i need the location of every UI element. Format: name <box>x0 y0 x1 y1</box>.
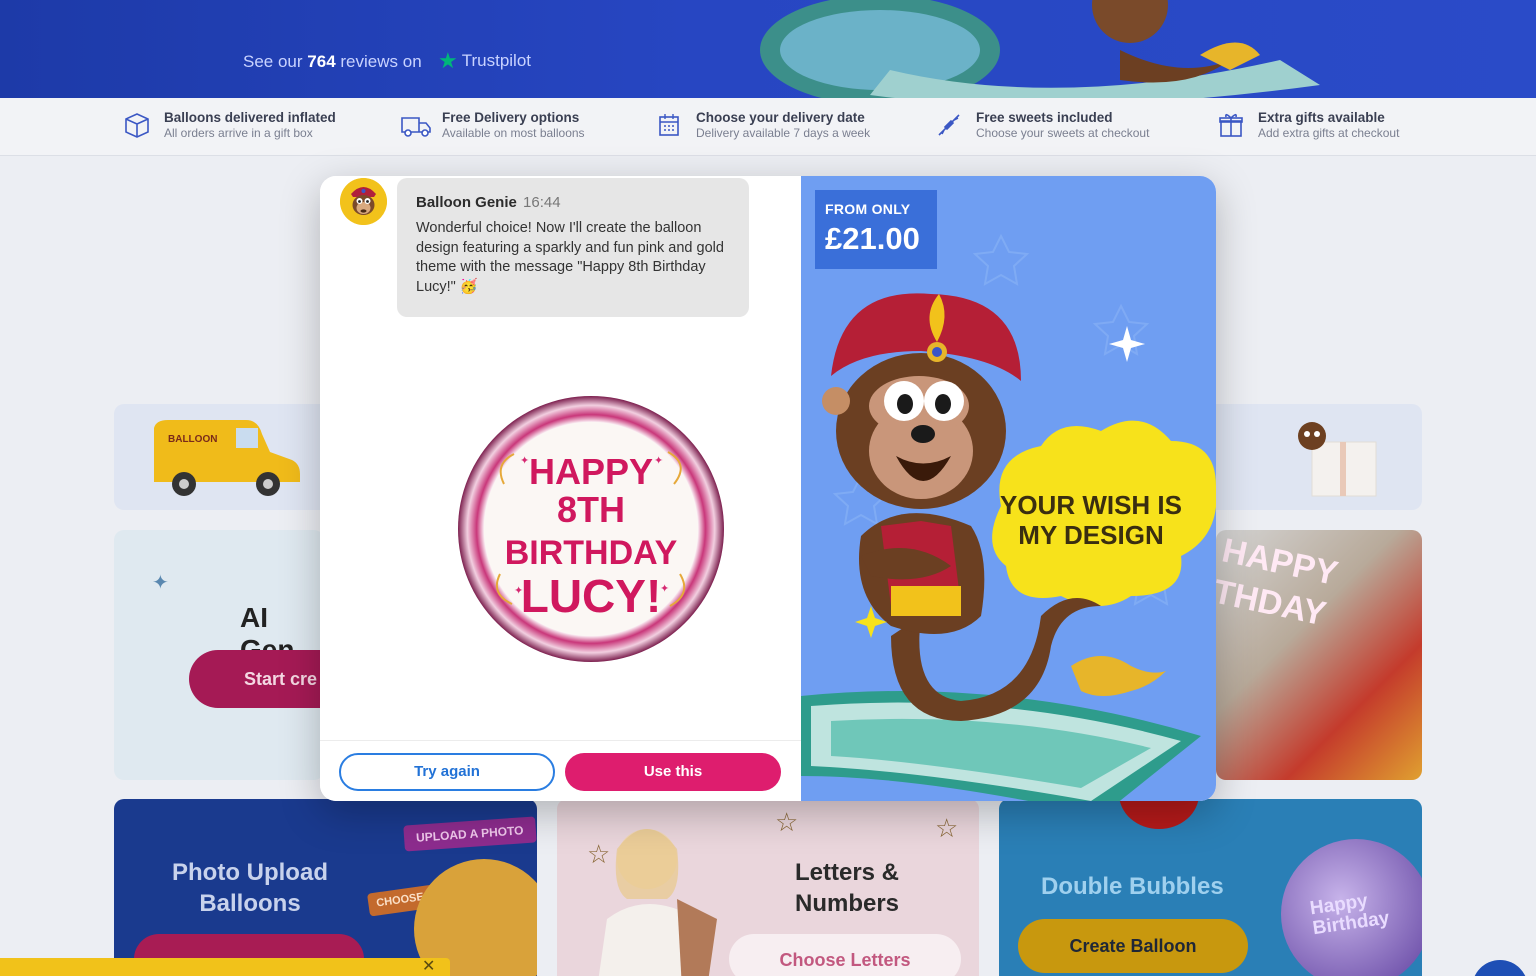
feature-inflated: Balloons delivered inflated All orders a… <box>122 110 336 140</box>
star-icon: ☆ <box>587 839 611 869</box>
balloon-line-1: HAPPY <box>529 451 653 492</box>
birthday-balloons-card[interactable]: HAPPY THDAY <box>1216 530 1422 780</box>
reviews-text[interactable]: See our 764 reviews on <box>243 52 422 72</box>
double-bubbles-card[interactable]: Double Bubbles Create Balloon Happy Birt… <box>999 799 1422 976</box>
price-badge: FROM ONLY £21.00 <box>815 190 937 269</box>
hero-genie-illustration <box>760 0 1320 98</box>
photo-upload-title: Photo Upload Balloons <box>172 859 328 917</box>
choose-letters-button[interactable]: Choose Letters <box>729 934 961 976</box>
feature-title: Balloons delivered inflated <box>164 110 336 125</box>
letters-numbers-title: Letters & Numbers <box>794 859 900 917</box>
svg-text:✦: ✦ <box>660 583 669 595</box>
trustpilot-label: Trustpilot <box>461 51 532 70</box>
avatar <box>340 178 387 225</box>
bubble-balloon-text: Happy Birthday <box>1308 890 1391 940</box>
calendar-icon <box>654 110 684 140</box>
sender-name: Balloon Genie <box>416 194 517 211</box>
sparkle-icon: ✦ <box>152 572 169 594</box>
genie-promo-panel: YOUR WISH IS MY DESIGN FROM ONLY £21.00 <box>801 176 1216 801</box>
gift-icon <box>1216 110 1246 140</box>
chat-widget-bar[interactable]: ✕ <box>0 958 450 976</box>
balloon-genie-modal: Balloon Genie 16:44 Wonderful choice! No… <box>320 176 1216 801</box>
features-bar: Balloons delivered inflated All orders a… <box>0 98 1536 156</box>
delivery-van-image: BALLOON <box>154 420 300 496</box>
create-balloon-button[interactable]: Create Balloon <box>1018 919 1248 973</box>
reviews-count: 764 <box>307 52 336 71</box>
price-label: FROM ONLY <box>825 201 911 217</box>
message-time: 16:44 <box>523 194 561 211</box>
box-icon <box>122 110 152 140</box>
trustpilot-logo[interactable]: ★ Trustpilot <box>438 48 531 74</box>
letters-numbers-card[interactable]: ☆ ☆ ☆ Letters & Numbers Choose Letters <box>557 799 979 976</box>
message-meta: Balloon Genie 16:44 <box>416 194 730 211</box>
hero-banner: See our 764 reviews on ★ Trustpilot <box>0 0 1536 98</box>
feature-subtitle: Choose your sweets at checkout <box>976 126 1150 140</box>
feature-title: Choose your delivery date <box>696 110 865 125</box>
girl-with-balloon-image <box>598 829 717 976</box>
generated-balloon-preview: ✦ ✦ ✦ ✦ HAPPY 8TH BIRTHDAY LUCY! <box>454 394 728 664</box>
feature-gifts: Extra gifts available Add extra gifts at… <box>1216 110 1399 140</box>
birthday-card-text: HAPPY THDAY <box>1216 531 1341 634</box>
feature-sweets: Free sweets included Choose your sweets … <box>934 110 1149 140</box>
message-text: Wonderful choice! Now I'll create the ba… <box>416 220 724 295</box>
feature-title: Extra gifts available <box>1258 110 1385 125</box>
double-bubbles-title: Double Bubbles <box>1041 873 1224 900</box>
svg-text:BALLOON: BALLOON <box>168 434 217 445</box>
trustpilot-star-icon: ★ <box>438 48 458 73</box>
genie-monkey-icon <box>340 178 387 225</box>
chat-message: Balloon Genie 16:44 Wonderful choice! No… <box>397 178 749 317</box>
balloon-design-image: ✦ ✦✦ ✦ HAPPY 8TH BIRTHDAY LUCY! <box>458 396 724 662</box>
chat-pane: Balloon Genie 16:44 Wonderful choice! No… <box>320 176 801 801</box>
reviews-prefix: See our <box>243 52 303 71</box>
reviews-suffix: reviews on <box>340 52 422 71</box>
use-this-button[interactable]: Use this <box>565 753 781 791</box>
promo-tagline-1: YOUR WISH IS <box>1000 490 1182 520</box>
feature-date: Choose your delivery date Delivery avail… <box>654 110 870 140</box>
price-value: £21.00 <box>825 221 920 256</box>
balloon-line-2: 8TH <box>557 489 625 530</box>
feature-title: Free Delivery options <box>442 110 580 125</box>
feature-subtitle: Add extra gifts at checkout <box>1258 126 1400 140</box>
svg-text:✦: ✦ <box>654 455 663 467</box>
red-balloon-image <box>1119 799 1199 829</box>
star-icon: ☆ <box>935 813 959 843</box>
modal-actions: Try again Use this <box>320 740 801 801</box>
ai-generator-card[interactable]: ✦ AI Gen Start cre <box>114 530 324 780</box>
photo-upload-card[interactable]: Photo Upload Balloons UPLOAD A PHOTO CHO… <box>114 799 537 976</box>
feature-delivery: Free Delivery options Available on most … <box>400 110 585 140</box>
truck-icon <box>400 110 431 140</box>
close-icon[interactable]: ✕ <box>422 956 435 976</box>
feature-subtitle: Available on most balloons <box>442 126 585 140</box>
feature-subtitle: All orders arrive in a gift box <box>164 126 313 140</box>
candy-icon <box>934 110 964 140</box>
balloon-line-4: LUCY! <box>521 570 662 622</box>
feature-title: Free sweets included <box>976 110 1113 125</box>
balloon-line-3: BIRTHDAY <box>505 534 678 572</box>
start-creating-button[interactable]: Start cre <box>189 650 324 708</box>
star-icon: ☆ <box>775 807 799 837</box>
genie-illustration: YOUR WISH IS MY DESIGN <box>801 233 1216 801</box>
feature-subtitle: Delivery available 7 days a week <box>696 126 871 140</box>
upload-photo-tag: UPLOAD A PHOTO <box>403 816 537 852</box>
promo-tagline-2: MY DESIGN <box>1018 520 1163 550</box>
bubble-balloon-image: Happy Birthday <box>1281 839 1422 976</box>
gift-box-monkey-image <box>1298 422 1377 497</box>
svg-text:✦: ✦ <box>520 455 529 467</box>
try-again-button[interactable]: Try again <box>339 753 555 791</box>
